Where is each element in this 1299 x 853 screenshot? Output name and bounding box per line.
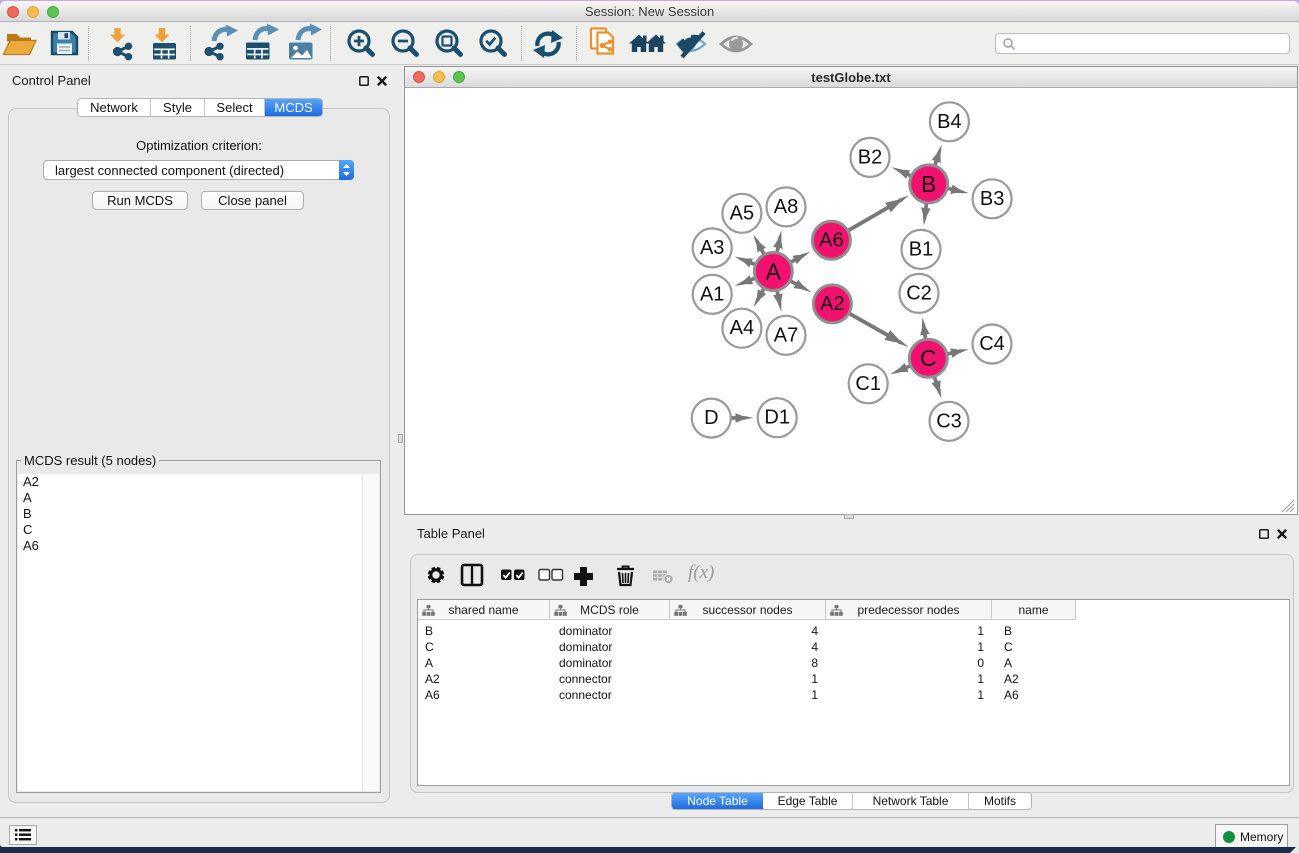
svg-text:B2: B2 <box>858 146 882 168</box>
svg-text:B1: B1 <box>909 238 933 260</box>
svg-text:D: D <box>704 407 718 429</box>
svg-text:C4: C4 <box>979 333 1005 355</box>
svg-text:A4: A4 <box>730 317 754 339</box>
svg-text:B: B <box>921 171 936 197</box>
svg-text:A2: A2 <box>820 293 844 315</box>
svg-text:A3: A3 <box>700 237 724 259</box>
svg-text:A: A <box>766 259 782 285</box>
svg-text:A1: A1 <box>700 283 724 305</box>
svg-text:C3: C3 <box>936 410 962 432</box>
svg-text:A8: A8 <box>774 196 798 218</box>
svg-text:C2: C2 <box>906 282 932 304</box>
svg-text:A6: A6 <box>819 229 843 251</box>
svg-text:A5: A5 <box>730 202 754 224</box>
svg-text:B4: B4 <box>937 111 961 133</box>
svg-text:A7: A7 <box>774 324 798 346</box>
svg-text:C1: C1 <box>855 373 881 395</box>
svg-text:D1: D1 <box>764 407 790 429</box>
svg-text:B3: B3 <box>980 188 1004 210</box>
svg-text:C: C <box>920 345 937 371</box>
